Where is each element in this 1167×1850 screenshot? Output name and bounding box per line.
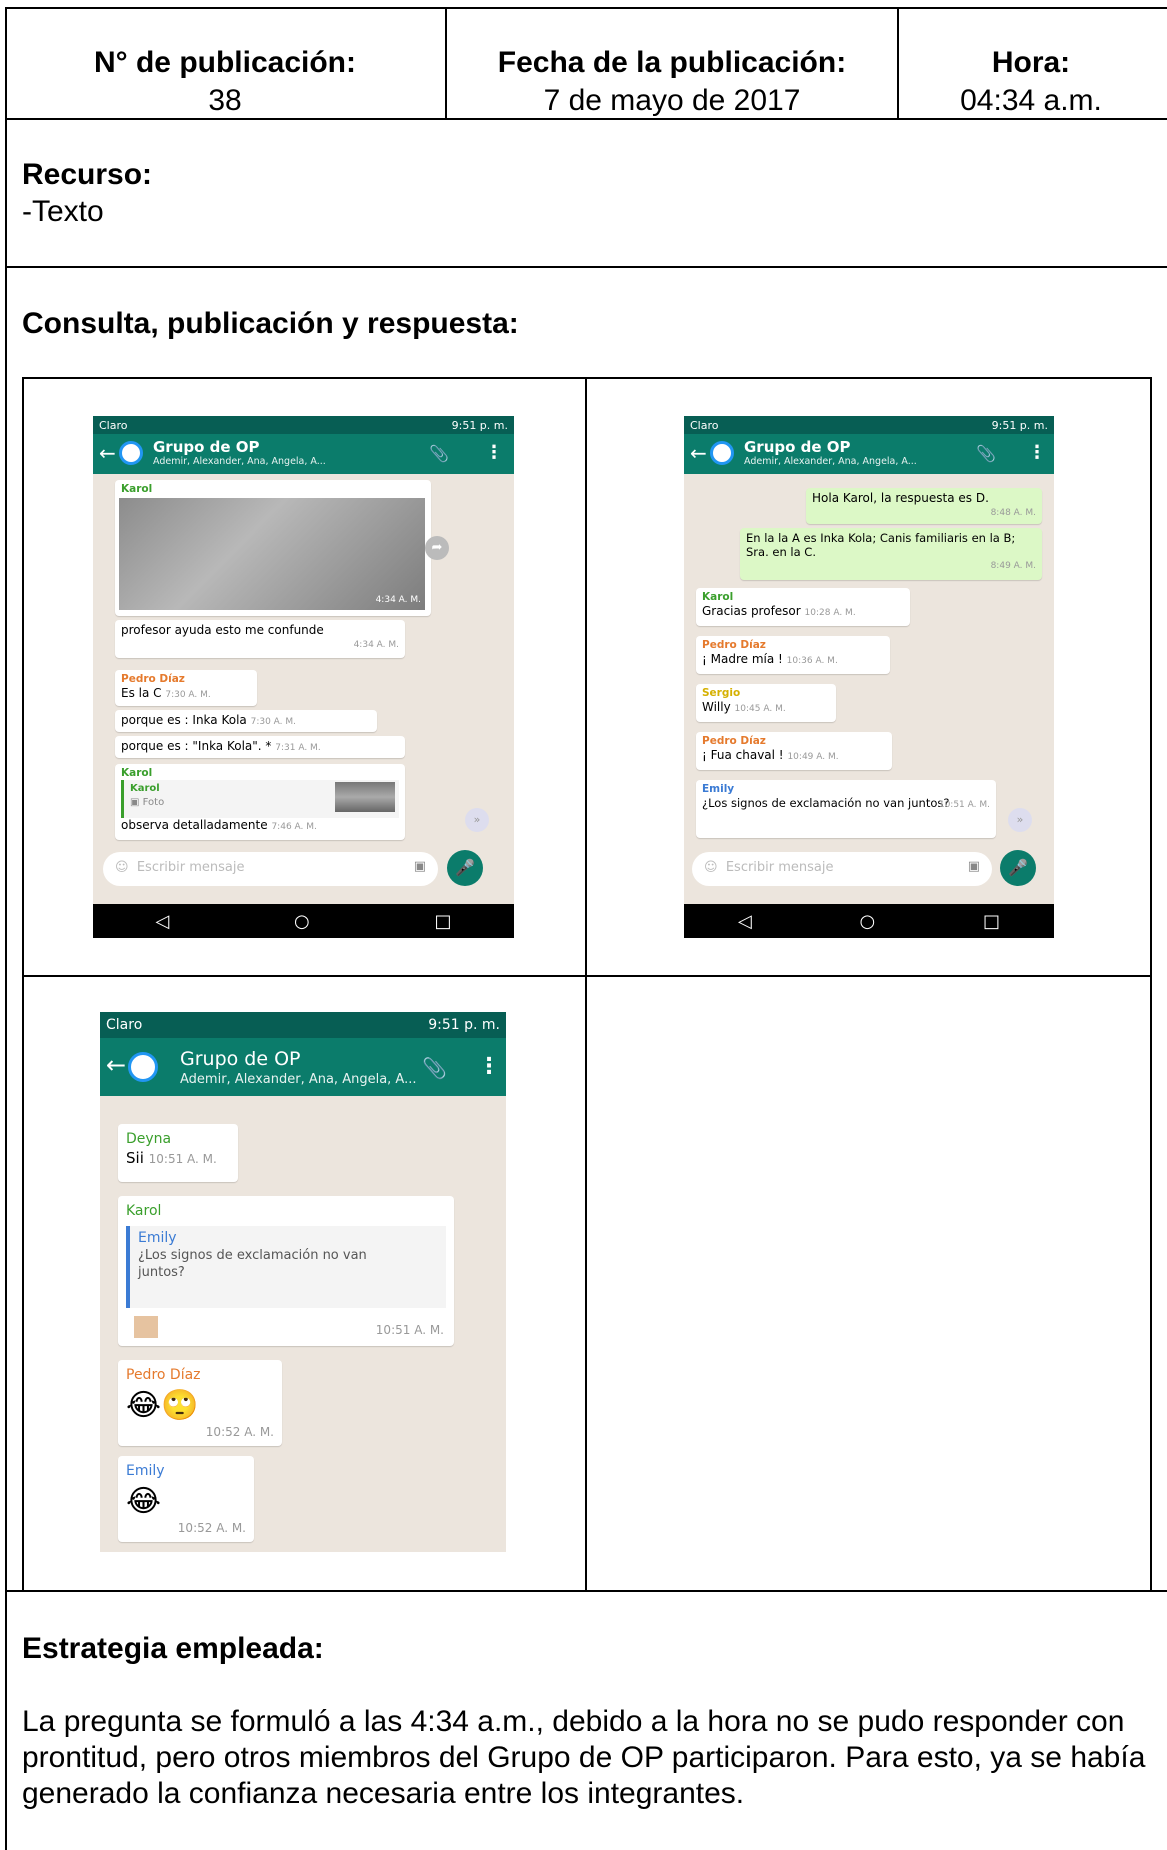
table-border bbox=[5, 7, 7, 1850]
grid-border bbox=[585, 377, 587, 1590]
message-text: Sergio Willy 10:45 A. M. bbox=[696, 684, 836, 722]
consulta-label: Consulta, publicación y respuesta: bbox=[22, 307, 519, 340]
table-border bbox=[5, 266, 1167, 268]
sticker-thumbnail[interactable] bbox=[134, 1316, 158, 1338]
more-menu-icon[interactable]: ⋮ bbox=[1028, 442, 1046, 463]
recurso-value: -Texto bbox=[22, 195, 104, 228]
message-text: Hola Karol, la respuesta es D. 8:48 A. M… bbox=[806, 488, 1042, 524]
publication-time-value: 04:34 a.m. bbox=[960, 84, 1102, 117]
microphone-icon[interactable]: 🎤 bbox=[447, 850, 483, 886]
status-bar: Claro 9:51 p. m. bbox=[684, 416, 1054, 434]
emoji-icon[interactable]: ☺ bbox=[115, 860, 129, 875]
group-avatar[interactable] bbox=[710, 441, 734, 465]
publication-number-value: 38 bbox=[208, 84, 242, 117]
message-input[interactable]: ☺ Escribir mensaje ▣ bbox=[692, 852, 992, 886]
scroll-down-icon[interactable]: » bbox=[1008, 808, 1032, 832]
message-image: Karol 4:34 A. M. bbox=[115, 480, 431, 616]
more-menu-icon[interactable]: ⋮ bbox=[485, 442, 503, 463]
message-text: Pedro Díaz Es la C 7:30 A. M. bbox=[115, 670, 257, 706]
nav-recents-icon[interactable]: □ bbox=[435, 911, 452, 932]
grid-border bbox=[22, 975, 1152, 977]
table-border bbox=[5, 1590, 1167, 1592]
message-emoji: Emily 😂 10:52 A. M. bbox=[118, 1456, 254, 1542]
status-bar: Claro 9:51 p. m. bbox=[100, 1012, 506, 1038]
message-text: Pedro Díaz ¡ Fua chaval ! 10:49 A. M. bbox=[696, 732, 892, 770]
chat-screenshot-2: Claro 9:51 p. m. ← Grupo de OP Ademir, A… bbox=[684, 416, 1054, 938]
quoted-message[interactable]: Emily ¿Los signos de exclamación no van … bbox=[126, 1226, 446, 1308]
estrategia-label: Estrategia empleada: bbox=[22, 1632, 324, 1665]
microphone-icon[interactable]: 🎤 bbox=[1000, 850, 1036, 886]
scroll-down-icon[interactable]: » bbox=[465, 808, 489, 832]
back-arrow-icon[interactable]: ← bbox=[106, 1053, 126, 1077]
message-text: Deyna Sii 10:51 A. M. bbox=[118, 1124, 238, 1182]
nav-back-icon[interactable]: ◁ bbox=[738, 911, 752, 932]
publication-number-label: N° de publicación: bbox=[93, 46, 357, 79]
message-text: Pedro Díaz ¡ Madre mía ! 10:36 A. M. bbox=[696, 636, 890, 674]
grid-border bbox=[1150, 377, 1152, 1590]
group-members: Ademir, Alexander, Ana, Angela, A... bbox=[153, 456, 326, 467]
paperclip-icon[interactable]: 📎 bbox=[429, 444, 449, 463]
publication-date-label: Fecha de la publicación: bbox=[497, 46, 847, 79]
publication-date-value: 7 de mayo de 2017 bbox=[543, 84, 801, 117]
group-avatar[interactable] bbox=[128, 1052, 158, 1082]
chat-header: ← Grupo de OP Ademir, Alexander, Ana, An… bbox=[100, 1038, 506, 1096]
recurso-label: Recurso: bbox=[22, 158, 153, 191]
paperclip-icon[interactable]: 📎 bbox=[422, 1056, 447, 1080]
message-text: En la la A es Inka Kola; Canis familiari… bbox=[740, 528, 1042, 580]
group-avatar[interactable] bbox=[119, 441, 143, 465]
message-reply: Karol Emily ¿Los signos de exclamación n… bbox=[118, 1196, 454, 1346]
back-arrow-icon[interactable]: ← bbox=[99, 442, 116, 464]
message-text: profesor ayuda esto me confunde 4:34 A. … bbox=[115, 620, 405, 658]
more-menu-icon[interactable]: ⋮ bbox=[478, 1054, 500, 1079]
chat-screenshot-1: Claro 9:51 p. m. ← Grupo de OP Ademir, A… bbox=[93, 416, 514, 938]
camera-icon[interactable]: ▣ bbox=[968, 859, 980, 874]
table-border bbox=[445, 7, 447, 118]
quoted-thumbnail bbox=[335, 782, 395, 812]
emoji-icon[interactable]: ☺ bbox=[704, 860, 718, 875]
carrier-label: Claro bbox=[99, 418, 128, 432]
nav-home-icon[interactable]: ○ bbox=[860, 911, 876, 932]
message-input[interactable]: ☺ Escribir mensaje ▣ bbox=[103, 852, 438, 886]
message-text: Karol Gracias profesor 10:28 A. M. bbox=[696, 588, 910, 626]
table-border bbox=[897, 7, 899, 118]
android-nav-bar: ◁ ○ □ bbox=[93, 904, 514, 938]
publication-time-label: Hora: bbox=[991, 46, 1071, 79]
quoted-message[interactable]: Karol ▣ Foto bbox=[121, 780, 399, 818]
message-text: porque es : "Inka Kola". * 7:31 A. M. bbox=[115, 736, 405, 758]
android-nav-bar: ◁ ○ □ bbox=[684, 904, 1054, 938]
grid-border bbox=[22, 377, 24, 1590]
message-text: Emily ¿Los signos de exclamación no van … bbox=[696, 780, 996, 838]
camera-icon[interactable]: ▣ bbox=[414, 859, 426, 874]
estrategia-text: La pregunta se formuló a las 4:34 a.m., … bbox=[22, 1705, 1146, 1810]
paperclip-icon[interactable]: 📎 bbox=[976, 444, 996, 463]
table-border bbox=[5, 118, 1167, 120]
forward-icon[interactable]: ➦ bbox=[425, 536, 449, 560]
clock-label: 9:51 p. m. bbox=[451, 418, 508, 432]
chat-screenshot-3: Claro 9:51 p. m. ← Grupo de OP Ademir, A… bbox=[100, 1012, 506, 1552]
chat-header: ← Grupo de OP Ademir, Alexander, Ana, An… bbox=[93, 434, 514, 474]
nav-recents-icon[interactable]: □ bbox=[983, 911, 1000, 932]
group-title: Grupo de OP bbox=[153, 438, 260, 456]
table-border bbox=[5, 7, 1167, 9]
chat-header: ← Grupo de OP Ademir, Alexander, Ana, An… bbox=[684, 434, 1054, 474]
message-text: porque es : Inka Kola 7:30 A. M. bbox=[115, 710, 377, 732]
message-emoji: Pedro Díaz 😂🙄 10:52 A. M. bbox=[118, 1360, 282, 1446]
back-arrow-icon[interactable]: ← bbox=[690, 442, 707, 464]
message-reply: Karol Karol ▣ Foto observa detalladament… bbox=[115, 764, 405, 840]
nav-back-icon[interactable]: ◁ bbox=[155, 911, 169, 932]
grid-border bbox=[22, 377, 1152, 379]
status-bar: Claro 9:51 p. m. bbox=[93, 416, 514, 434]
nav-home-icon[interactable]: ○ bbox=[294, 911, 310, 932]
